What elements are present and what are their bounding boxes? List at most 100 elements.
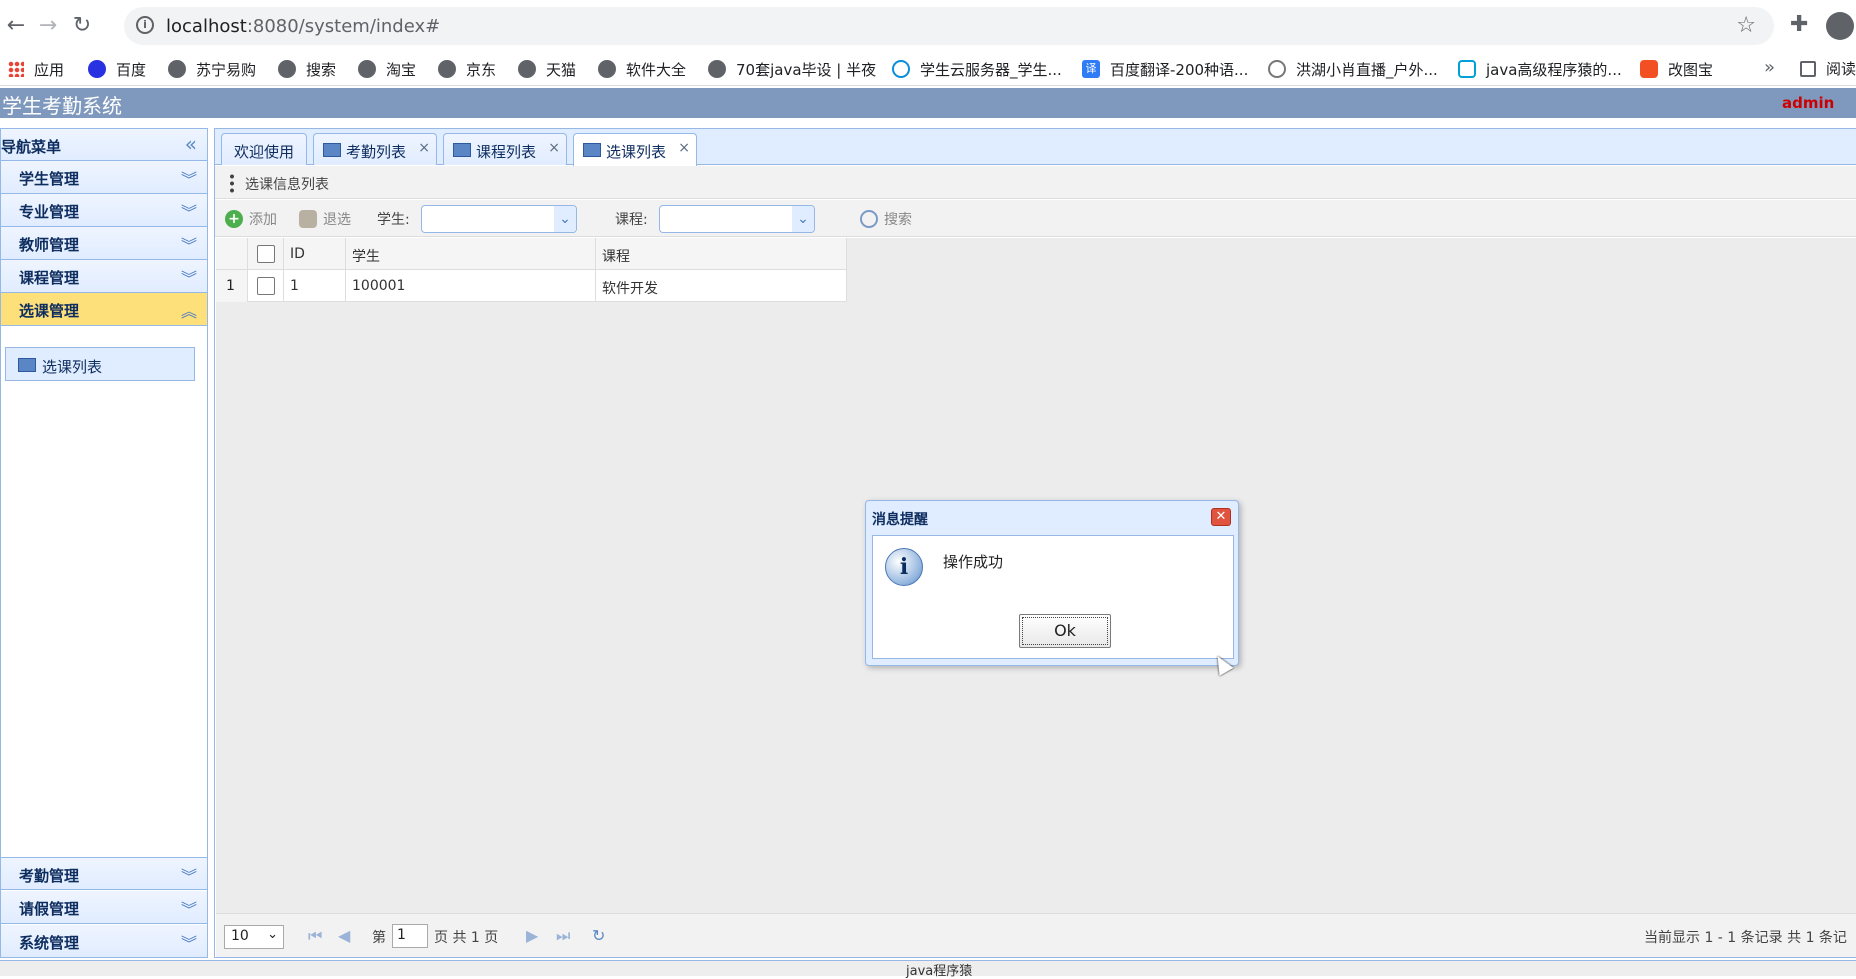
bookmarks-more[interactable]: » [1764, 57, 1775, 78]
dialog-message: 操作成功 [943, 553, 1004, 571]
collapse-icon[interactable]: « [185, 132, 197, 156]
plus-icon: + [225, 210, 243, 228]
current-user[interactable]: admin [1782, 94, 1834, 112]
close-tab-icon[interactable]: × [548, 140, 560, 156]
bookmarks-bar: 应用 百度 苏宁易购 搜索 淘宝 京东 天猫 软件大全 70套java毕设 | … [0, 52, 1856, 86]
sidebar-section-leave[interactable]: 请假管理 ︾ [1, 891, 207, 924]
chevron-up-icon: ︽ [180, 302, 197, 321]
sidebar: 导航菜单 « 学生管理 ︾ 专业管理 ︾ 教师管理 ︾ 课程管理 ︾ 选课管理 ︽ 选课列… [0, 128, 208, 958]
image-tool-icon [1640, 60, 1658, 78]
close-tab-icon[interactable]: × [418, 140, 430, 156]
tab-course-list[interactable]: 课程列表 × [443, 133, 567, 165]
sidebar-section-teacher[interactable]: 教师管理 ︾ [1, 227, 207, 260]
back-icon[interactable]: ← [2, 12, 30, 40]
select-all-cell [248, 238, 284, 270]
sidebar-section-selection[interactable]: 选课管理 ︽ [1, 293, 207, 326]
reading-list-icon [1800, 60, 1816, 77]
rownum-header [216, 238, 248, 270]
book-icon [583, 143, 601, 157]
sidebar-section-course[interactable]: 课程管理 ︾ [1, 260, 207, 293]
info-icon: i [885, 548, 923, 586]
globe-icon [278, 60, 296, 78]
bookmark-student-cloud[interactable]: 学生云服务器_学生... [892, 58, 1062, 80]
page-info: 当前显示 1 - 1 条记录 共 1 条记 [1644, 930, 1847, 946]
search-button[interactable]: 搜索 [860, 209, 912, 229]
prev-page-icon[interactable]: ◀ [338, 926, 350, 945]
row-select-cell [248, 270, 284, 302]
table-row[interactable]: 1 1 100001 软件开发 [216, 270, 847, 302]
sidebar-item-selection-list[interactable]: 选课列表 [5, 347, 195, 381]
reading-list[interactable]: 阅读 [1800, 58, 1856, 79]
cloud-icon [892, 60, 910, 78]
student-select[interactable]: ⌄ [421, 205, 577, 233]
course-select[interactable]: ⌄ [659, 205, 815, 233]
globe-icon [358, 60, 376, 78]
column-header-student[interactable]: 学生 [346, 238, 596, 270]
sidebar-section-major[interactable]: 专业管理 ︾ [1, 194, 207, 227]
page-size-select[interactable]: 10 ⌄ [224, 925, 284, 949]
bookmark-suning[interactable]: 苏宁易购 [168, 58, 256, 80]
chevron-down-icon: ︾ [180, 236, 197, 255]
profile-avatar[interactable] [1826, 12, 1854, 40]
bookmark-honghu[interactable]: 洪湖小肖直播_户外... [1268, 58, 1438, 80]
bookmark-java-projects[interactable]: 70套java毕设 | 半夜 [708, 58, 876, 80]
row-number: 1 [216, 270, 248, 302]
forward-icon[interactable]: → [34, 12, 62, 40]
row-checkbox[interactable] [257, 277, 275, 295]
book-icon [323, 143, 341, 157]
url-text[interactable]: localhost:8080/system/index# [166, 16, 440, 37]
bookmark-bilibili[interactable]: java高级程序猿的... [1458, 58, 1622, 80]
first-page-icon[interactable]: ⏮ [308, 926, 322, 946]
sidebar-section-student[interactable]: 学生管理 ︾ [1, 161, 207, 194]
page-number-input[interactable]: 1 [392, 924, 428, 948]
close-icon[interactable]: ✕ [1211, 508, 1231, 526]
apps-grid-icon [8, 61, 24, 77]
select-all-checkbox[interactable] [257, 245, 275, 263]
next-page-icon[interactable]: ▶ [526, 926, 538, 945]
chevron-down-icon: ︾ [180, 170, 197, 189]
panel-title-bar: 选课信息列表 [215, 166, 1856, 199]
chevron-down-icon: ︾ [180, 203, 197, 222]
toolbar: + 添加 退选 学生: ⌄ 课程: ⌄ 搜索 [215, 200, 1856, 237]
bookmark-tmall[interactable]: 天猫 [518, 58, 576, 80]
footer: java程序猿 [0, 960, 1856, 979]
cell-id: 1 [284, 270, 346, 302]
tab-selection-list[interactable]: 选课列表 × [573, 133, 697, 166]
cell-course: 软件开发 [596, 270, 847, 302]
dialog-title: 消息提醒 [872, 512, 928, 528]
extensions-icon[interactable]: ✚ [1790, 12, 1808, 37]
info-icon[interactable]: i [136, 16, 154, 34]
globe-icon [708, 60, 726, 78]
bookmark-search[interactable]: 搜索 [278, 58, 336, 80]
ok-button[interactable]: Ok [1019, 614, 1111, 648]
refresh-icon[interactable]: ↻ [592, 926, 605, 945]
page-total: 页 共 1 页 [434, 930, 499, 946]
column-header-course[interactable]: 课程 [596, 238, 847, 270]
bookmark-software[interactable]: 软件大全 [598, 58, 686, 80]
sidebar-section-attendance[interactable]: 考勤管理 ︾ [1, 857, 207, 890]
tab-attendance-list[interactable]: 考勤列表 × [313, 133, 437, 165]
tab-welcome[interactable]: 欢迎使用 [221, 133, 307, 165]
bookmark-baidu-translate[interactable]: 译百度翻译-200种语... [1082, 58, 1248, 80]
bookmark-taobao[interactable]: 淘宝 [358, 58, 416, 80]
address-bar[interactable]: i localhost:8080/system/index# ☆ [124, 7, 1774, 45]
bookmark-gaitubao[interactable]: 改图宝 [1640, 58, 1713, 80]
chevron-down-icon: ︾ [180, 934, 197, 953]
app-title: 学生考勤系统 [2, 94, 122, 118]
bookmark-star-icon[interactable]: ☆ [1736, 13, 1756, 38]
column-header-id[interactable]: ID [284, 238, 346, 270]
bookmark-jd[interactable]: 京东 [438, 58, 496, 80]
message-dialog: 消息提醒 ✕ i 操作成功 Ok [865, 500, 1239, 666]
baidu-icon [88, 60, 106, 78]
add-button[interactable]: + 添加 [225, 209, 277, 229]
reload-icon[interactable]: ↻ [68, 12, 96, 40]
withdraw-button[interactable]: 退选 [299, 209, 351, 229]
chevron-down-icon: ⌄ [792, 206, 814, 232]
last-page-icon[interactable]: ⏭ [556, 926, 570, 946]
bookmark-apps[interactable]: 应用 [8, 58, 64, 80]
sidebar-section-system[interactable]: 系统管理 ︾ [1, 925, 207, 958]
bookmark-baidu[interactable]: 百度 [88, 58, 146, 80]
panel-title: 选课信息列表 [245, 177, 329, 193]
close-tab-icon[interactable]: × [678, 140, 690, 156]
chevron-down-icon: ⌄ [554, 206, 576, 232]
